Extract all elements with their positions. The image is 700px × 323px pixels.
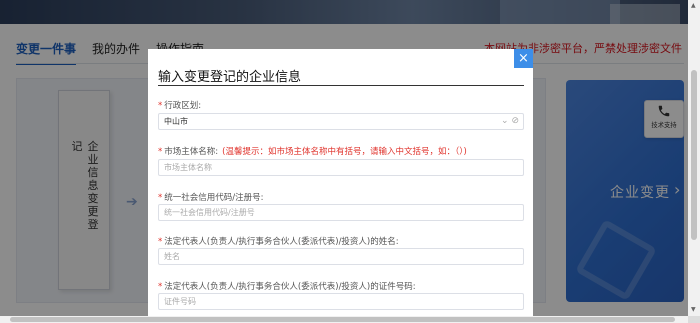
- representative-name-label: * 法定代表人(负责人/执行事务合伙人(委派代表)/投资人)的姓名:: [158, 237, 399, 247]
- credit-code-input[interactable]: 统一社会信用代码/注册号: [158, 204, 524, 221]
- entity-name-hint: (温馨提示：如市场主体名称中有括号，请输入中文括号，如：（）): [222, 147, 467, 157]
- scroll-up-icon[interactable]: ▲: [691, 2, 696, 9]
- representative-name-input[interactable]: 姓名: [158, 248, 524, 265]
- scrollbar-corner: [688, 316, 700, 323]
- close-button[interactable]: ×: [514, 49, 533, 68]
- horizontal-scrollbar[interactable]: [0, 316, 688, 323]
- vertical-scrollbar[interactable]: ▲ ▼: [688, 0, 700, 316]
- region-select[interactable]: 中山市 ⌄ ⊘: [158, 113, 524, 130]
- horizontal-scroll-thumb[interactable]: [10, 317, 675, 322]
- scroll-down-icon[interactable]: ▼: [691, 306, 696, 313]
- vertical-scroll-thumb[interactable]: [691, 70, 697, 240]
- entity-name-label: * 市场主体名称: (温馨提示：如市场主体名称中有括号，请输入中文括号，如：（）): [158, 147, 467, 157]
- chevron-down-icon: ⌄ ⊘: [501, 116, 519, 126]
- entity-name-input[interactable]: 市场主体名称: [158, 159, 524, 176]
- id-number-input[interactable]: 证件号码: [158, 293, 524, 310]
- enterprise-info-dialog: 输入变更登记的企业信息 * 行政区划: 中山市 ⌄ ⊘ * 市场主体名称: (温馨提示…: [148, 49, 533, 323]
- dialog-title: 输入变更登记的企业信息: [158, 70, 302, 85]
- credit-code-label: * 统一社会信用代码/注册号:: [158, 193, 264, 203]
- id-number-label: * 法定代表人(负责人/执行事务合伙人(委派代表)/投资人)的证件号码:: [158, 282, 416, 292]
- title-divider: [158, 85, 524, 86]
- region-label: * 行政区划:: [158, 101, 202, 111]
